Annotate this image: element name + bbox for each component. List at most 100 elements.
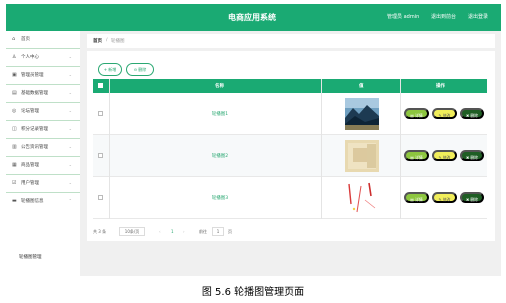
- table-row: 轮播图2 ▤ 详情 ✎ 修改 ✖ 删除: [93, 135, 487, 177]
- sidebar-item-goods[interactable]: ▦ 商品管理 ⌄: [6, 157, 80, 175]
- sidebar-item-label: 首页: [21, 37, 30, 42]
- sidebar-item-forum[interactable]: ◎ 论坛管理 ⌄: [6, 103, 80, 121]
- user-icon: ♙: [12, 54, 17, 60]
- column-divider: [109, 79, 110, 219]
- breadcrumb-separator: /: [106, 38, 108, 43]
- points-icon: ◫: [12, 126, 17, 132]
- sidebar-item-label: 个人中心: [21, 55, 39, 60]
- data-icon: ▤: [12, 90, 17, 96]
- figure-caption: 图 5.6 轮播图管理页面: [201, 287, 305, 298]
- pagination: 共 3 条 10条/页 ‹ 1 › 前往 1 页: [93, 227, 487, 237]
- total-count: 共 3 条: [93, 229, 107, 234]
- chevron-up-icon: ⌃: [68, 198, 72, 203]
- goto-input[interactable]: 1: [212, 227, 224, 236]
- sidebar-subitem-carousel-manage[interactable]: 轮播图管理: [19, 254, 42, 260]
- delete-button[interactable]: ✖ 删除: [460, 192, 484, 203]
- column-header-name: 名称: [215, 84, 224, 89]
- sidebar-item-carousel[interactable]: ▬ 轮播图信息 ⌃: [6, 193, 80, 211]
- delete-label: 删除: [470, 197, 478, 202]
- breadcrumb-home[interactable]: 首页: [93, 38, 102, 44]
- detail-button[interactable]: ▤ 详情: [404, 108, 429, 119]
- delete-button[interactable]: ✖ 删除: [460, 150, 484, 161]
- home-icon: ⌂: [12, 36, 16, 42]
- goto-label: 前往: [199, 229, 207, 234]
- delete-label: 删除: [470, 155, 478, 160]
- delete-button[interactable]: ✖ 删除: [460, 108, 484, 119]
- detail-label: 详情: [415, 197, 423, 202]
- sidebar-item-profile[interactable]: ♙ 个人中心 ⌄: [6, 49, 80, 67]
- goods-icon: ▦: [12, 162, 17, 168]
- sidebar: ⌂ 首页 ♙ 个人中心 ⌄ ▣ 管理员管理 ⌄ ▤ 基础数据管理 ⌄ ◎ 论坛管…: [6, 31, 80, 276]
- top-bar: 电商应用系统 管理员 admin 退出到前台 退出登录: [6, 4, 501, 31]
- sidebar-item-users[interactable]: ☑ 用户管理 ⌄: [6, 175, 80, 193]
- column-divider: [321, 79, 322, 219]
- chevron-down-icon: ⌄: [68, 144, 72, 149]
- row-name: 轮播图1: [211, 112, 229, 117]
- page-unit: 页: [228, 229, 232, 234]
- chevron-down-icon: ⌄: [68, 126, 72, 131]
- forum-icon: ◎: [12, 108, 17, 114]
- row-checkbox[interactable]: [98, 111, 103, 116]
- add-button[interactable]: + 新增: [98, 63, 122, 76]
- users-icon: ☑: [12, 180, 17, 186]
- sidebar-item-label: 轮播图信息: [21, 199, 44, 204]
- sidebar-item-admins[interactable]: ▣ 管理员管理 ⌄: [6, 67, 80, 85]
- detail-button[interactable]: ▤ 详情: [404, 192, 429, 203]
- sidebar-item-label: 基础数据管理: [21, 91, 48, 96]
- detail-label: 详情: [415, 113, 423, 118]
- carousel-icon: ▬: [12, 198, 17, 204]
- row-name: 轮播图3: [211, 196, 229, 201]
- admin-label: 管理员 admin: [387, 14, 420, 20]
- table-header: 名称 值 操作: [93, 79, 487, 93]
- sidebar-item-label: 商品管理: [21, 163, 39, 168]
- detail-button[interactable]: ▤ 详情: [404, 150, 429, 161]
- current-page[interactable]: 1: [171, 229, 174, 234]
- sidebar-item-label: 公告资讯管理: [21, 145, 48, 150]
- sidebar-item-home[interactable]: ⌂ 首页: [6, 31, 80, 49]
- row-name: 轮播图2: [211, 154, 229, 159]
- select-all-checkbox[interactable]: [98, 83, 103, 88]
- breadcrumb-current: 轮播图: [111, 39, 125, 44]
- column-header-value: 值: [359, 84, 364, 89]
- sidebar-item-label: 论坛管理: [21, 109, 39, 114]
- chevron-down-icon: ⌄: [68, 72, 72, 77]
- app-title: 电商应用系统: [228, 13, 276, 22]
- page-size-select[interactable]: 10条/页: [119, 227, 145, 236]
- row-checkbox[interactable]: [98, 195, 103, 200]
- sidebar-item-basic-data[interactable]: ▤ 基础数据管理 ⌄: [6, 85, 80, 103]
- next-page-button[interactable]: ›: [183, 229, 185, 234]
- logout-link[interactable]: 退出登录: [468, 13, 488, 20]
- column-divider: [400, 79, 401, 219]
- sidebar-item-label: 积分记录管理: [21, 127, 48, 132]
- carousel-image-thumbnail: [345, 98, 379, 130]
- chevron-down-icon: ⌄: [68, 90, 72, 95]
- chevron-down-icon: ⌄: [68, 162, 72, 167]
- main-content: + 新增 ⊖ 删除 名称 值 操作 轮播图1 ▤ 详情 ✎ 修改 ✖ 删除 轮播…: [87, 51, 495, 241]
- edit-label: 修改: [442, 197, 451, 202]
- admin-icon: ▣: [12, 72, 17, 78]
- app-window: 电商应用系统 管理员 admin 退出到前台 退出登录 ⌂ 首页 ♙ 个人中心 …: [6, 4, 501, 276]
- sidebar-item-points[interactable]: ◫ 积分记录管理 ⌄: [6, 121, 80, 139]
- sidebar-item-label: 用户管理: [21, 181, 39, 186]
- notice-icon: ▥: [12, 144, 17, 150]
- chevron-down-icon: ⌄: [68, 54, 72, 59]
- row-checkbox[interactable]: [98, 153, 103, 158]
- detail-label: 详情: [415, 155, 423, 160]
- carousel-image-thumbnail: [345, 140, 379, 172]
- breadcrumb: 首页 / 轮播图: [87, 34, 495, 48]
- edit-label: 修改: [442, 113, 451, 118]
- table-row: 轮播图3 ▤ 详情 ✎ 修改 ✖ 删除: [93, 177, 487, 219]
- prev-page-button[interactable]: ‹: [159, 229, 161, 234]
- delete-label: 删除: [470, 113, 478, 118]
- sidebar-item-label: 管理员管理: [21, 73, 44, 78]
- carousel-image-thumbnail: [345, 182, 379, 214]
- edit-label: 修改: [442, 155, 451, 160]
- edit-button[interactable]: ✎ 修改: [432, 192, 457, 203]
- edit-button[interactable]: ✎ 修改: [432, 150, 457, 161]
- table-row: 轮播图1 ▤ 详情 ✎ 修改 ✖ 删除: [93, 93, 487, 135]
- chevron-down-icon: ⌄: [68, 108, 72, 113]
- sidebar-item-notice[interactable]: ▥ 公告资讯管理 ⌄: [6, 139, 80, 157]
- edit-button[interactable]: ✎ 修改: [432, 108, 457, 119]
- delete-selected-button[interactable]: ⊖ 删除: [126, 63, 154, 76]
- front-link[interactable]: 退出到前台: [431, 13, 456, 20]
